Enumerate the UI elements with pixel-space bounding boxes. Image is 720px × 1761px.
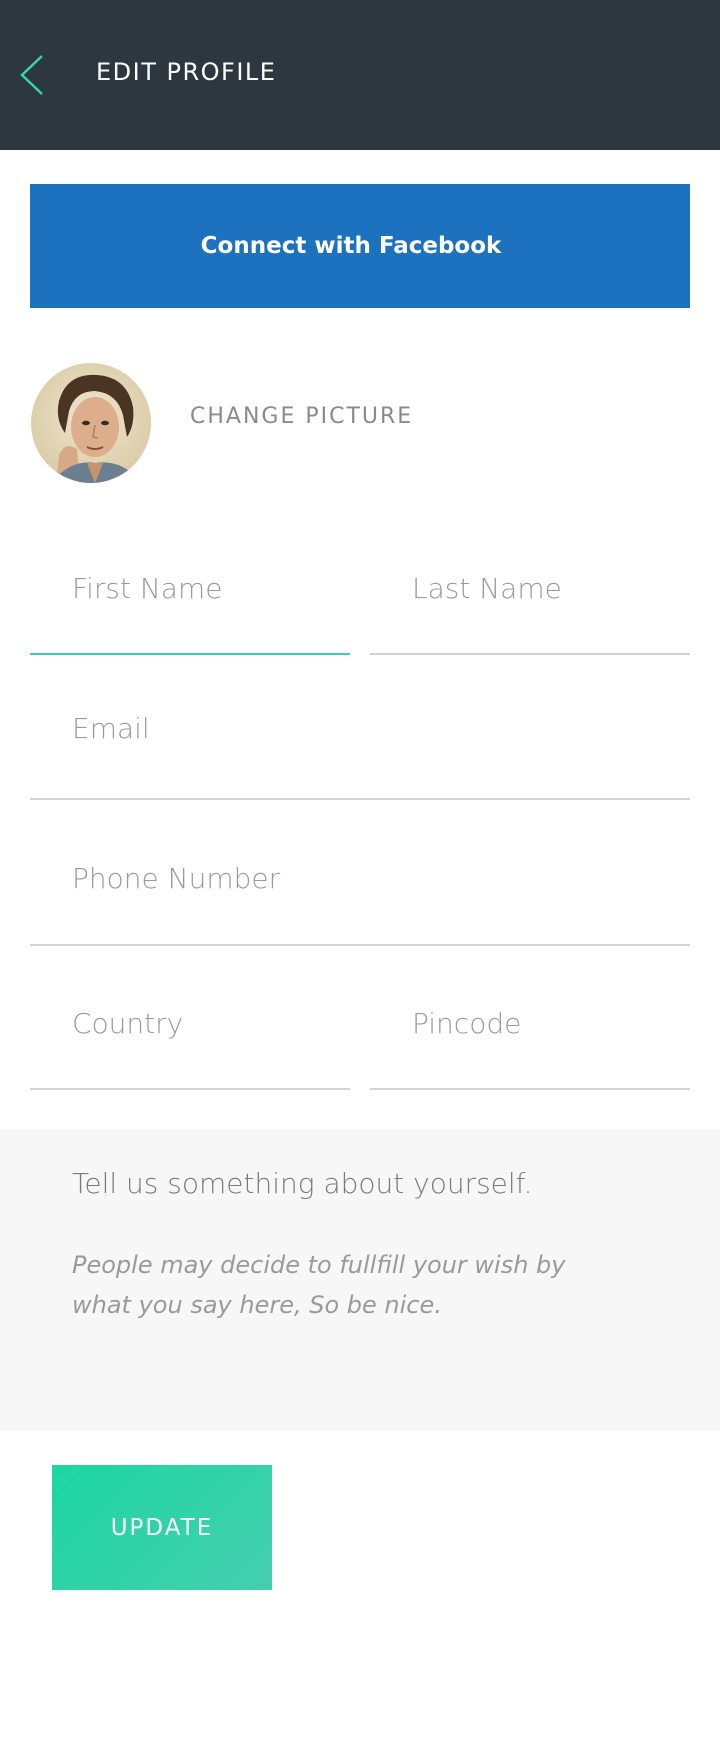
about-placeholder: Tell us something about yourself. bbox=[72, 1167, 533, 1200]
first-name-placeholder: First Name bbox=[72, 572, 223, 605]
pincode-underline bbox=[370, 1088, 690, 1090]
phone-field[interactable]: Phone Number bbox=[30, 850, 690, 946]
update-button[interactable]: UPDATE bbox=[52, 1465, 272, 1590]
email-field[interactable]: Email bbox=[30, 700, 690, 800]
connect-facebook-button[interactable]: Connect with Facebook bbox=[30, 184, 690, 308]
change-picture-button[interactable]: CHANGE PICTURE bbox=[190, 404, 413, 429]
email-underline bbox=[30, 798, 690, 800]
chevron-left-icon bbox=[20, 55, 43, 95]
last-name-field[interactable]: Last Name bbox=[370, 560, 690, 655]
phone-underline bbox=[30, 944, 690, 946]
email-placeholder: Email bbox=[72, 712, 150, 745]
last-name-underline bbox=[370, 653, 690, 655]
profile-photo bbox=[31, 363, 151, 483]
country-underline bbox=[30, 1088, 350, 1090]
phone-placeholder: Phone Number bbox=[72, 862, 281, 895]
last-name-placeholder: Last Name bbox=[412, 572, 562, 605]
back-button[interactable] bbox=[14, 50, 54, 100]
avatar[interactable] bbox=[31, 363, 151, 483]
pincode-placeholder: Pincode bbox=[412, 1007, 522, 1040]
about-textarea[interactable]: Tell us something about yourself. People… bbox=[0, 1129, 720, 1431]
page-title: EDIT PROFILE bbox=[96, 58, 277, 86]
country-field[interactable]: Country bbox=[30, 995, 350, 1090]
about-hint: People may decide to fullfill your wish … bbox=[72, 1251, 566, 1319]
pincode-field[interactable]: Pincode bbox=[370, 995, 690, 1090]
app-header: EDIT PROFILE bbox=[0, 0, 720, 150]
first-name-field[interactable]: First Name bbox=[30, 560, 350, 655]
connect-facebook-label: Connect with Facebook bbox=[200, 233, 502, 259]
first-name-underline bbox=[30, 653, 350, 655]
country-placeholder: Country bbox=[72, 1007, 184, 1040]
